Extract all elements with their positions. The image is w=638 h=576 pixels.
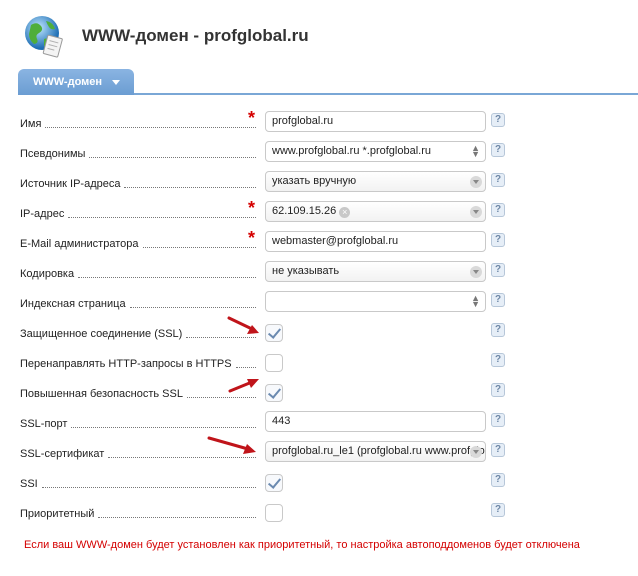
form-row-https-redirect: Перенаправлять HTTP-запросы в HTTPS ? [20,348,620,378]
resize-spinner-icon[interactable]: ▲ ▼ [471,294,480,309]
required-marker: * [248,108,256,128]
dropdown-arrow-icon [470,446,482,458]
help-button[interactable]: ? [491,503,505,517]
field-label: Приоритетный [20,505,256,521]
https-redirect-checkbox[interactable] [265,354,283,372]
form-row-index-page: Индексная страница ▲ ▼ ? [20,288,620,318]
resize-spinner-icon[interactable]: ▲ ▼ [471,144,480,159]
help-button[interactable]: ? [491,413,505,427]
field-label: SSI [20,475,256,491]
help-button[interactable]: ? [491,203,505,217]
form-row-charset: Кодировка не указывать ? [20,258,620,288]
name-input[interactable]: profglobal.ru [265,111,486,132]
help-button[interactable]: ? [491,113,505,127]
ssl-checkbox[interactable] [265,324,283,342]
required-marker: * [248,198,256,218]
help-button[interactable]: ? [491,383,505,397]
required-marker: * [248,228,256,248]
aliases-input[interactable]: www.profglobal.ru *.profglobal.ru ▲ ▼ [265,141,486,162]
ssi-checkbox[interactable] [265,474,283,492]
ip-source-select[interactable]: указать вручную [265,171,486,192]
help-button[interactable]: ? [491,443,505,457]
priority-notice: Если ваш WWW-домен будет установлен как … [24,539,580,551]
field-label: Псевдонимы [20,145,256,161]
chevron-down-icon [112,80,120,85]
field-label: SSL-порт [20,415,256,431]
field-label: Имя [20,115,256,131]
form-row-ip-source: Источник IP-адреса указать вручную ? [20,168,620,198]
field-label: Индексная страница [20,295,256,311]
form-row-priority: Приоритетный ? [20,498,620,528]
field-label: IP-адрес [20,205,256,221]
email-input[interactable]: webmaster@profglobal.ru [265,231,486,252]
annotation-arrow-ssl [227,316,259,334]
help-button[interactable]: ? [491,323,505,337]
charset-select[interactable]: не указывать [265,261,486,282]
ssl-cert-value: profglobal.ru_le1 (profglobal.ru www.pro… [272,445,485,457]
help-button[interactable]: ? [491,233,505,247]
dropdown-arrow-icon [470,206,482,218]
ssl-cert-select[interactable]: profglobal.ru_le1 (profglobal.ru www.pro… [265,441,486,462]
form-row-ip: IP-адрес * 62.109.15.26 × ? [20,198,620,228]
ssl-port-input[interactable]: 443 [265,411,486,432]
help-button[interactable]: ? [491,293,505,307]
form-row-aliases: Псевдонимы www.profglobal.ru *.profgloba… [20,138,620,168]
priority-checkbox[interactable] [265,504,283,522]
ssl-strict-checkbox[interactable] [265,384,283,402]
domain-form: Имя * profglobal.ru ? Псевдонимы www.pro… [20,108,620,528]
field-label: Защищенное соединение (SSL) [20,325,256,341]
index-page-input[interactable]: ▲ ▼ [265,291,486,312]
help-button[interactable]: ? [491,473,505,487]
tab-bar: WWW-домен [18,69,638,95]
annotation-arrow-ssl-strict [228,379,259,393]
field-label: Кодировка [20,265,256,281]
form-row-ssl-port: SSL-порт 443 ? [20,408,620,438]
page-header: WWW-домен - profglobal.ru [18,10,618,62]
ip-select[interactable]: 62.109.15.26 × [265,201,486,222]
form-row-ssl-strict: Повышенная безопасность SSL ? [20,378,620,408]
help-button[interactable]: ? [491,263,505,277]
annotation-arrow-ssl-cert [207,436,256,454]
form-row-email: E-Mail администратора * webmaster@profgl… [20,228,620,258]
globe-document-icon [22,13,68,59]
form-row-ssl-cert: SSL-сертификат profglobal.ru_le1 (profgl… [20,438,620,468]
dropdown-arrow-icon [470,266,482,278]
form-row-ssl: Защищенное соединение (SSL) ? [20,318,620,348]
aliases-value: www.profglobal.ru *.profglobal.ru [272,145,431,157]
field-label: E-Mail администратора [20,235,256,251]
field-label: Источник IP-адреса [20,175,256,191]
field-label: Повышенная безопасность SSL [20,385,256,401]
dropdown-arrow-icon [470,176,482,188]
help-button[interactable]: ? [491,173,505,187]
field-label: Перенаправлять HTTP-запросы в HTTPS [20,355,256,371]
help-button[interactable]: ? [491,143,505,157]
page-title: WWW-домен - profglobal.ru [82,26,309,45]
ip-chip: 62.109.15.26 × [272,202,351,221]
help-button[interactable]: ? [491,353,505,367]
tab-label: WWW-домен [33,76,103,88]
charset-value: не указывать [272,265,340,277]
remove-chip-icon[interactable]: × [339,207,351,218]
form-row-name: Имя * profglobal.ru ? [20,108,620,138]
form-row-ssi: SSI ? [20,468,620,498]
ip-source-value: указать вручную [272,175,357,187]
tab-www-domain[interactable]: WWW-домен [18,69,134,95]
